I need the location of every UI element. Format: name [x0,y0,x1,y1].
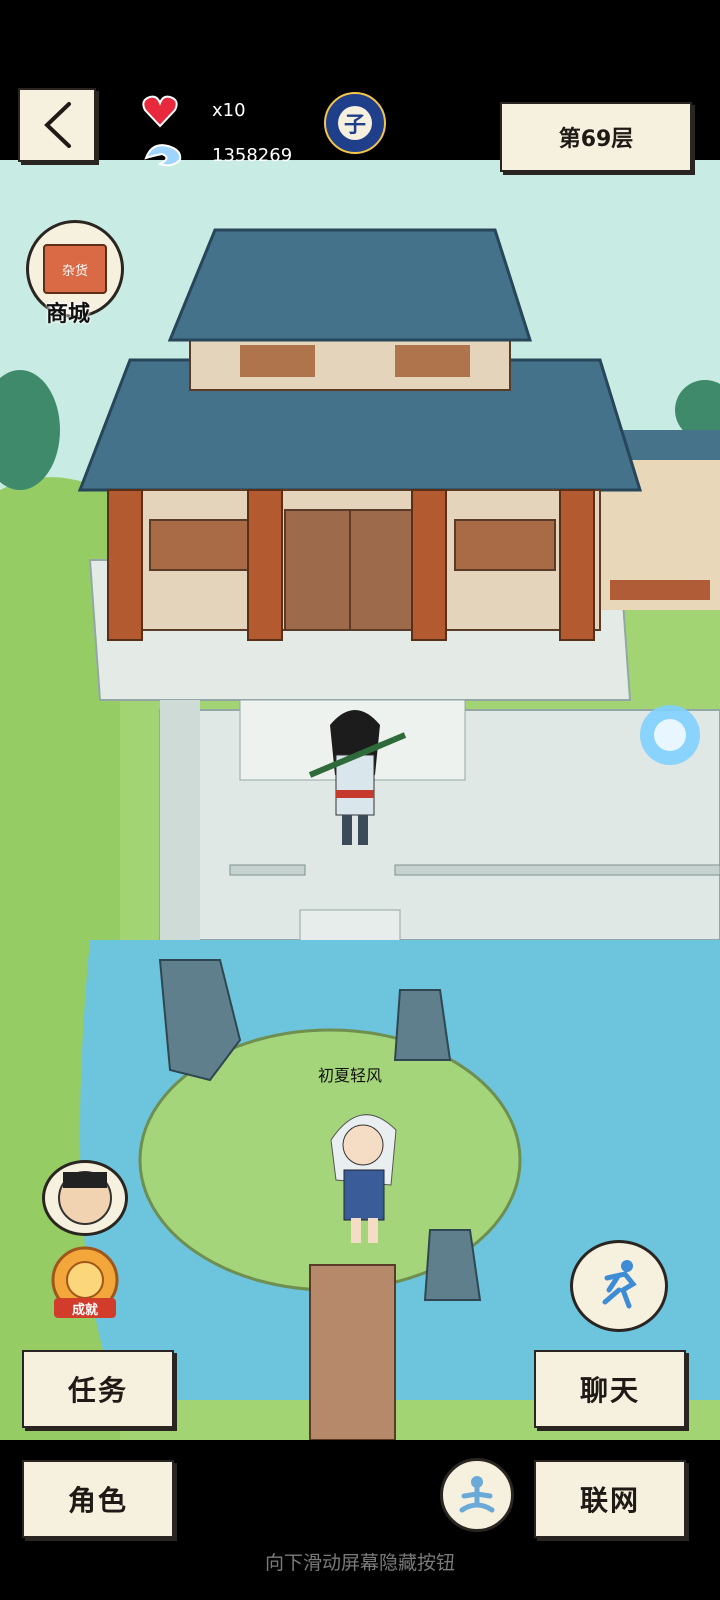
run-button[interactable] [570,1240,668,1332]
meditate-icon [459,1476,495,1513]
achievement-button[interactable]: 成就 [44,1246,126,1322]
player-character[interactable] [300,705,410,855]
heart-icon [142,94,178,132]
hide-buttons-hint: 向下滑动屏幕隐藏按钮 [264,1552,455,1574]
npc-sprite [330,1114,397,1243]
spirit-currency-icon [142,140,186,174]
npc-avatar-button[interactable] [42,1160,128,1236]
swordsman-sprite [308,710,407,845]
currency-value: 1358269 [212,145,293,166]
chat-button[interactable]: 聊天 [534,1350,686,1428]
character-button[interactable]: 角色 [22,1460,174,1538]
achievement-label: 成就 [71,1303,98,1318]
npc-portrait-icon [58,1171,112,1225]
npc-character[interactable] [316,1100,411,1250]
game-scene[interactable]: 杂货 商城 初夏轻风 成就 [0,160,720,1440]
shop-sign: 杂货 [61,263,88,279]
running-figure-icon [602,1260,637,1309]
shop-label: 商城 [46,302,91,327]
npc-name: 初夏轻风 [318,1066,383,1085]
lives-count: x10 [212,100,246,121]
meditate-button[interactable] [440,1458,514,1532]
floor-indicator[interactable]: 第69层 [500,102,692,172]
time-of-day-badge[interactable]: 子 [324,92,386,154]
shop-icon: 杂货 [43,244,107,294]
online-button[interactable]: 联网 [534,1460,686,1538]
time-badge-text: 子 [338,106,372,140]
back-button[interactable] [18,88,96,162]
tasks-button[interactable]: 任务 [22,1350,174,1428]
back-arrow-icon [44,102,71,148]
